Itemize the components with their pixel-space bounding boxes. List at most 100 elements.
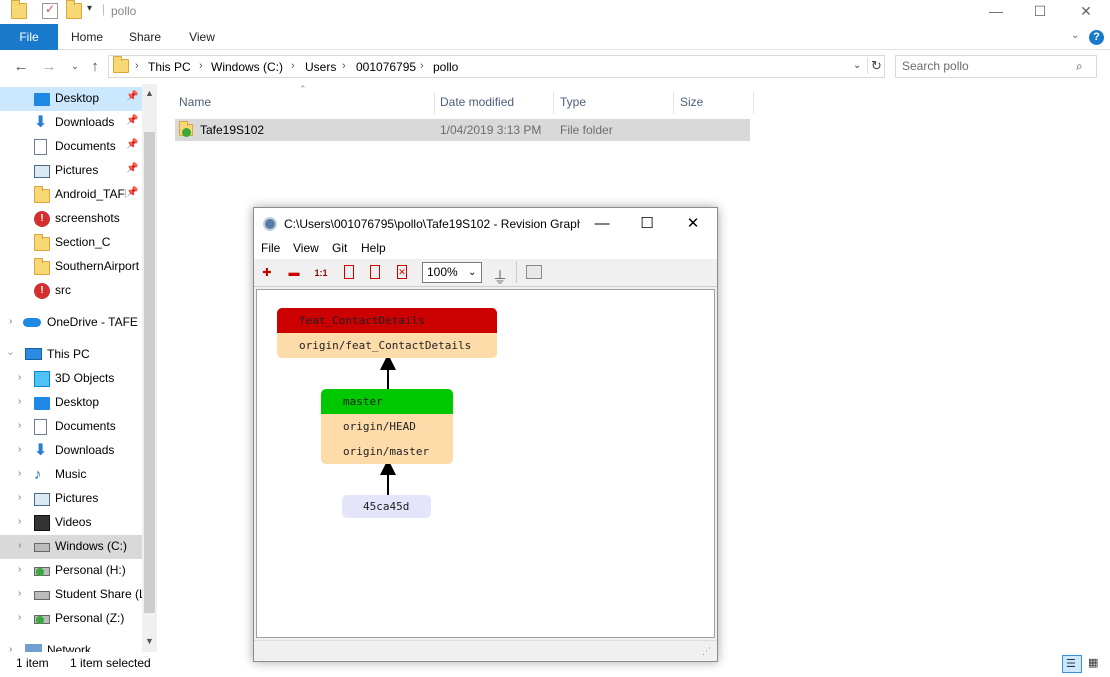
sidebar-item-videos[interactable]: › Videos: [0, 511, 142, 535]
menu-git[interactable]: Git: [332, 241, 347, 255]
chevron-right-icon[interactable]: ›: [18, 372, 21, 383]
chevron-down-icon[interactable]: ›: [5, 352, 16, 355]
filter-icon[interactable]: ⏚: [492, 264, 508, 288]
recent-locations-icon[interactable]: ⌄: [66, 58, 84, 76]
zoom-in-icon[interactable]: ✚: [259, 265, 275, 281]
details-view-icon[interactable]: ☰: [1062, 655, 1082, 673]
sidebar-item-southernairport[interactable]: SouthernAirport: [0, 255, 142, 279]
sidebar-item-3d-objects[interactable]: › 3D Objects: [0, 367, 142, 391]
menu-view[interactable]: View: [293, 241, 319, 255]
refresh-icon[interactable]: ↻: [867, 58, 882, 74]
overview-icon[interactable]: [526, 265, 542, 279]
scroll-thumb[interactable]: [144, 132, 155, 613]
maximize-button[interactable]: ☐: [627, 211, 667, 237]
sidebar-item-onedrive[interactable]: › OneDrive - TAFE SA: [0, 311, 142, 335]
sidebar-item-desktop-pc[interactable]: › Desktop: [0, 391, 142, 415]
tab-share[interactable]: Share: [118, 24, 172, 50]
tab-view[interactable]: View: [176, 24, 228, 50]
graph-node-commit[interactable]: 45ca45d: [342, 495, 431, 518]
tab-home[interactable]: Home: [60, 24, 114, 50]
sidebar-item-windows-c[interactable]: › Windows (C:): [0, 535, 142, 559]
address-dropdown-icon[interactable]: ⌄: [853, 60, 861, 71]
minimize-button[interactable]: —: [973, 0, 1019, 24]
up-arrow-icon[interactable]: ↑: [86, 58, 104, 76]
breadcrumb-windows-c[interactable]: Windows (C:): [211, 60, 283, 74]
breadcrumb-users[interactable]: Users: [305, 60, 336, 74]
chevron-right-icon[interactable]: ›: [18, 420, 21, 431]
column-header-name[interactable]: Name: [173, 92, 435, 114]
breadcrumb-separator[interactable]: ›: [199, 60, 203, 72]
graph-canvas[interactable]: feat_ContactDetails origin/feat_ContactD…: [256, 289, 715, 638]
chevron-right-icon[interactable]: ›: [18, 444, 21, 455]
zoom-width-icon[interactable]: [370, 265, 380, 279]
chevron-right-icon[interactable]: ›: [18, 492, 21, 503]
customize-quick-access-icon[interactable]: ▾: [87, 3, 92, 14]
sidebar-item-desktop[interactable]: Desktop 📌: [0, 87, 142, 111]
sidebar-item-student-share[interactable]: › Student Share (L:): [0, 583, 142, 607]
chevron-right-icon[interactable]: ›: [18, 588, 21, 599]
address-bar[interactable]: › This PC › Windows (C:) › Users › 00107…: [108, 55, 885, 78]
sidebar-item-section-c[interactable]: Section_C: [0, 231, 142, 255]
sidebar-item-network[interactable]: › Network: [0, 639, 142, 652]
breadcrumb-separator[interactable]: ›: [135, 60, 139, 72]
column-header-type[interactable]: Type: [554, 92, 674, 114]
close-button[interactable]: ✕: [1063, 0, 1109, 24]
chevron-right-icon[interactable]: ›: [18, 396, 21, 407]
search-input[interactable]: [902, 59, 1072, 73]
chevron-right-icon[interactable]: ›: [9, 644, 12, 652]
sidebar-item-android-tafe[interactable]: Android_TAFE 📌: [0, 183, 142, 207]
menu-file[interactable]: File: [261, 241, 280, 255]
maximize-button[interactable]: ☐: [1017, 0, 1063, 24]
menu-help[interactable]: Help: [361, 241, 386, 255]
new-folder-icon[interactable]: [66, 0, 82, 19]
breadcrumb-user-id[interactable]: 001076795: [356, 60, 416, 74]
search-icon[interactable]: ⌕: [1076, 59, 1083, 74]
breadcrumb-this-pc[interactable]: This PC: [148, 60, 191, 74]
zoom-fit-icon[interactable]: ✕: [397, 265, 407, 279]
forward-arrow-icon[interactable]: →: [40, 58, 58, 76]
table-row[interactable]: Tafe19S102 1/04/2019 3:13 PM File folder: [175, 119, 750, 141]
sidebar-item-downloads[interactable]: ⬇ Downloads 📌: [0, 111, 142, 135]
sidebar-item-screenshots[interactable]: ! screenshots: [0, 207, 142, 231]
sidebar-item-pictures[interactable]: Pictures 📌: [0, 159, 142, 183]
expand-ribbon-icon[interactable]: ⌄: [1071, 30, 1079, 41]
graph-node-feat[interactable]: feat_ContactDetails origin/feat_ContactD…: [277, 308, 497, 358]
sidebar-item-documents-pc[interactable]: › Documents: [0, 415, 142, 439]
close-button[interactable]: ✕: [673, 211, 713, 237]
sidebar-item-personal-h[interactable]: › Personal (H:): [0, 559, 142, 583]
breadcrumb-separator[interactable]: ›: [420, 60, 424, 72]
resize-grip-icon[interactable]: ⋰: [702, 646, 711, 657]
sidebar-item-this-pc[interactable]: › This PC: [0, 343, 142, 367]
sidebar-item-documents[interactable]: Documents 📌: [0, 135, 142, 159]
scroll-up-icon[interactable]: ▲: [145, 88, 154, 98]
chevron-right-icon[interactable]: ›: [18, 468, 21, 479]
breadcrumb-separator[interactable]: ›: [291, 60, 295, 72]
chevron-right-icon[interactable]: ›: [18, 612, 21, 623]
chevron-right-icon[interactable]: ›: [18, 564, 21, 575]
column-header-size[interactable]: Size: [674, 92, 754, 114]
chevron-right-icon[interactable]: ›: [18, 540, 21, 551]
sidebar-item-src[interactable]: ! src: [0, 279, 142, 303]
chevron-right-icon[interactable]: ›: [18, 516, 21, 527]
zoom-height-icon[interactable]: [344, 265, 354, 279]
search-box[interactable]: ⌕: [895, 55, 1097, 78]
help-icon[interactable]: ?: [1089, 30, 1104, 45]
column-header-date[interactable]: Date modified: [434, 92, 554, 114]
large-icons-view-icon[interactable]: ▦: [1085, 655, 1105, 673]
breadcrumb-separator[interactable]: ›: [342, 60, 346, 72]
sidebar-item-downloads-pc[interactable]: › ⬇ Downloads: [0, 439, 142, 463]
sidebar-item-music[interactable]: › ♪ Music: [0, 463, 142, 487]
zoom-select[interactable]: 100% ⌄: [422, 262, 482, 283]
back-arrow-icon[interactable]: ←: [12, 58, 30, 76]
tab-file[interactable]: File: [0, 24, 58, 50]
sidebar-item-personal-z[interactable]: › Personal (Z:): [0, 607, 142, 631]
properties-icon[interactable]: ✓: [42, 2, 58, 19]
minimize-button[interactable]: —: [582, 211, 622, 237]
nav-scrollbar[interactable]: ▲ ▼: [142, 84, 157, 652]
zoom-100-icon[interactable]: 1:1: [313, 265, 329, 281]
sidebar-item-pictures-pc[interactable]: › Pictures: [0, 487, 142, 511]
breadcrumb-pollo[interactable]: pollo: [433, 60, 458, 74]
scroll-down-icon[interactable]: ▼: [145, 636, 154, 646]
graph-node-master[interactable]: master origin/HEAD origin/master: [321, 389, 453, 464]
zoom-out-icon[interactable]: ▬: [286, 265, 302, 281]
